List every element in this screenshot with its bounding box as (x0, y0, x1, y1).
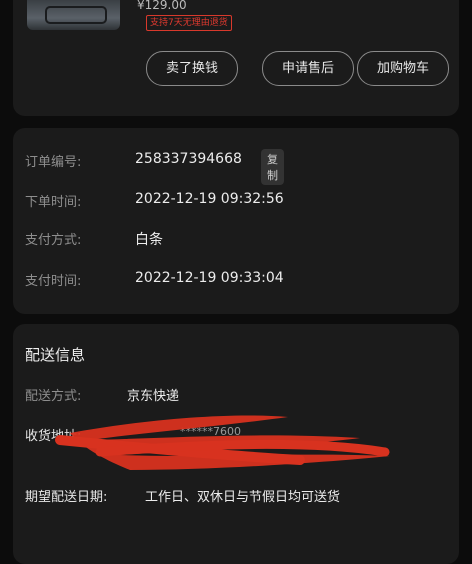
redaction-scribble (55, 415, 390, 470)
